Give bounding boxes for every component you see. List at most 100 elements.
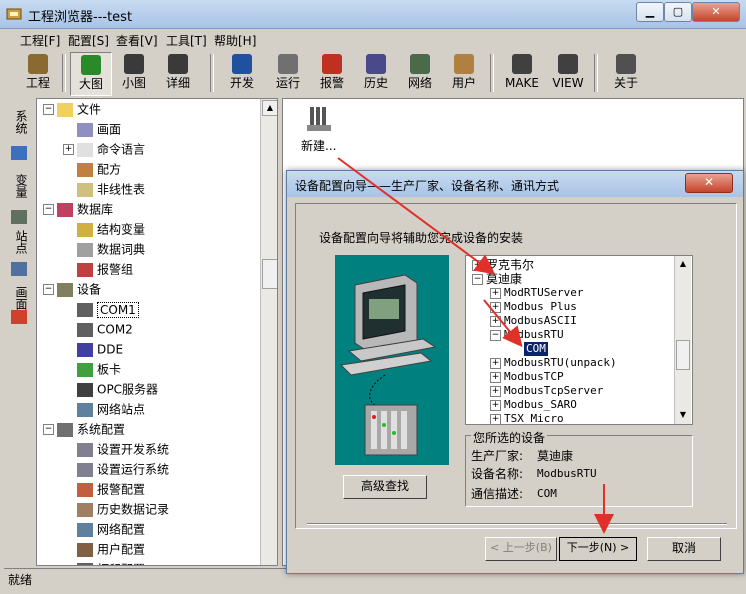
folder-icon xyxy=(57,102,73,117)
tree-item[interactable]: 画面 xyxy=(77,119,121,139)
tree-item[interactable]: 用户配置 xyxy=(77,539,145,559)
cancel-button[interactable]: 取消 xyxy=(647,537,721,561)
window-title-bar[interactable]: 工程浏览器---test ▁ ▢ ✕ xyxy=(0,0,746,29)
toolbar-button-2[interactable]: 小图 xyxy=(114,52,154,94)
tree-item[interactable]: 结构变量 xyxy=(77,219,145,239)
device-tree-item[interactable]: ModbusTcpServer xyxy=(504,384,603,398)
device-tree-item[interactable]: COM xyxy=(524,342,548,356)
toolbar-button-0[interactable]: 工程 xyxy=(18,52,58,94)
toolbar-button-1[interactable]: 大图 xyxy=(70,52,112,96)
collapse-icon[interactable]: − xyxy=(43,284,54,295)
tree-item[interactable]: COM2 xyxy=(77,319,133,339)
dialog-close-button[interactable]: ✕ xyxy=(685,173,733,193)
device-tree-item[interactable]: ModbusRTU(unpack) xyxy=(504,356,617,370)
toolbar-button-7[interactable]: 历史 xyxy=(356,52,396,94)
settings-icon xyxy=(77,442,93,457)
menu-tools[interactable]: 工具[T] xyxy=(166,32,207,49)
toolbar-button-12[interactable]: 关于 xyxy=(606,52,646,94)
device-tree-item[interactable]: TSX Micro xyxy=(504,412,564,424)
menu-help[interactable]: 帮助[H] xyxy=(214,32,256,49)
expand-icon[interactable]: + xyxy=(490,372,501,383)
tree-item[interactable]: 历史数据记录 xyxy=(77,499,169,519)
tree-item[interactable]: COM1 xyxy=(77,299,139,319)
new-device-label[interactable]: 新建... xyxy=(301,137,336,154)
new-device-icon[interactable] xyxy=(307,105,333,133)
dialog-separator xyxy=(307,523,727,525)
previous-button[interactable]: < 上一步(B) xyxy=(485,537,557,561)
scroll-down-arrow-icon[interactable]: ▼ xyxy=(676,408,690,422)
collapse-icon[interactable]: − xyxy=(43,104,54,115)
advanced-search-button[interactable]: 高级查找 xyxy=(343,475,427,499)
tree-item[interactable]: 数据词典 xyxy=(77,239,145,259)
expand-icon[interactable]: + xyxy=(490,288,501,299)
collapse-icon[interactable]: − xyxy=(472,274,483,285)
expand-icon[interactable]: + xyxy=(490,414,501,424)
device-tree-item[interactable]: 罗克韦尔 xyxy=(486,258,534,272)
toolbar-button-4[interactable]: 开发 xyxy=(222,52,262,94)
toolbar-label: 工程 xyxy=(25,76,50,90)
tree-item[interactable]: 网络站点 xyxy=(77,399,145,419)
collapse-icon[interactable]: − xyxy=(490,330,501,341)
dialog-title-bar[interactable]: 设备配置向导——生产厂家、设备名称、通讯方式 ✕ xyxy=(287,171,743,197)
tree-item[interactable]: 板卡 xyxy=(77,359,121,379)
device-tree-item[interactable]: 莫迪康 xyxy=(486,272,522,286)
toolbar-button-6[interactable]: 报警 xyxy=(312,52,352,94)
menu-config[interactable]: 配置[S] xyxy=(68,32,109,49)
tree-item[interactable]: 数据库 xyxy=(57,199,113,219)
tree-item-label: 设备 xyxy=(77,282,102,297)
tree-item[interactable]: DDE xyxy=(77,339,123,359)
tree-item[interactable]: 打印配置 xyxy=(77,559,145,565)
device-scroll-thumb[interactable] xyxy=(676,340,690,370)
device-tree-item[interactable]: ModRTUServer xyxy=(504,286,583,300)
tree-item[interactable]: OPC服务器 xyxy=(77,379,158,399)
expand-icon[interactable]: + xyxy=(63,144,74,155)
close-button[interactable]: ✕ xyxy=(692,2,740,22)
toolbar-button-8[interactable]: 网络 xyxy=(400,52,440,94)
device-tree-item[interactable]: ModbusTCP xyxy=(504,370,564,384)
tree-item[interactable]: 文件 xyxy=(57,99,101,119)
toolbar-button-3[interactable]: 详细 xyxy=(158,52,198,94)
scroll-thumb[interactable] xyxy=(262,259,277,289)
tree-item[interactable]: 配方 xyxy=(77,159,121,179)
device-tree-scrollbar[interactable]: ▲ ▼ xyxy=(674,256,691,424)
tree-item[interactable]: 非线性表 xyxy=(77,179,145,199)
expand-icon[interactable]: + xyxy=(490,386,501,397)
tree-item[interactable]: 设置开发系统 xyxy=(77,439,169,459)
toolbar-button-10[interactable]: MAKE xyxy=(502,52,542,94)
expand-icon[interactable]: + xyxy=(490,316,501,327)
project-tree[interactable]: − 文件 画面 + 命令语言 配方 非线性表 − 数据库 结构变量 数据词典 报警组 − 设备 COM1 CO… xyxy=(36,98,278,566)
next-button[interactable]: 下一步(N) > xyxy=(559,537,637,561)
device-tree-item[interactable]: ModbusRTU xyxy=(504,328,564,342)
vtab-sites[interactable]: 站点 xyxy=(8,222,30,262)
toolbar-button-9[interactable]: 用户 xyxy=(444,52,484,94)
toolbar-button-5[interactable]: 运行 xyxy=(268,52,308,94)
scroll-up-arrow-icon[interactable]: ▲ xyxy=(262,100,277,116)
tree-item[interactable]: 报警配置 xyxy=(77,479,145,499)
collapse-icon[interactable]: − xyxy=(43,204,54,215)
scroll-up-arrow-icon[interactable]: ▲ xyxy=(676,257,690,271)
device-tree-item[interactable]: Modbus Plus xyxy=(504,300,577,314)
menu-project[interactable]: 工程[F] xyxy=(20,32,60,49)
expand-icon[interactable]: + xyxy=(472,260,483,271)
vtab-system[interactable]: 系统 xyxy=(8,102,30,142)
expand-icon[interactable]: + xyxy=(490,302,501,313)
vtab-variables[interactable]: 变量 xyxy=(8,166,30,206)
tree-item[interactable]: 设置运行系统 xyxy=(77,459,169,479)
tree-item[interactable]: 设备 xyxy=(57,279,101,299)
menu-view[interactable]: 查看[V] xyxy=(116,32,158,49)
tree-item[interactable]: 报警组 xyxy=(77,259,133,279)
minimize-button[interactable]: ▁ xyxy=(636,2,664,22)
tree-item[interactable]: 系统配置 xyxy=(57,419,125,439)
device-tree-item[interactable]: ModbusASCII xyxy=(504,314,577,328)
screens-tab-icon xyxy=(11,310,27,324)
tree-scrollbar[interactable]: ▲ xyxy=(260,99,277,565)
expand-icon[interactable]: + xyxy=(490,358,501,369)
collapse-icon[interactable]: − xyxy=(43,424,54,435)
expand-icon[interactable]: + xyxy=(490,400,501,411)
device-tree[interactable]: + 罗克韦尔 − 莫迪康 + ModRTUServer + Modbus Plus + Modbu… xyxy=(465,255,693,425)
toolbar-button-11[interactable]: VIEW xyxy=(548,52,588,94)
maximize-button[interactable]: ▢ xyxy=(664,2,692,22)
device-tree-item[interactable]: Modbus_SARO xyxy=(504,398,577,412)
tree-item[interactable]: 网络配置 xyxy=(77,519,145,539)
tree-item[interactable]: 命令语言 xyxy=(77,139,145,159)
